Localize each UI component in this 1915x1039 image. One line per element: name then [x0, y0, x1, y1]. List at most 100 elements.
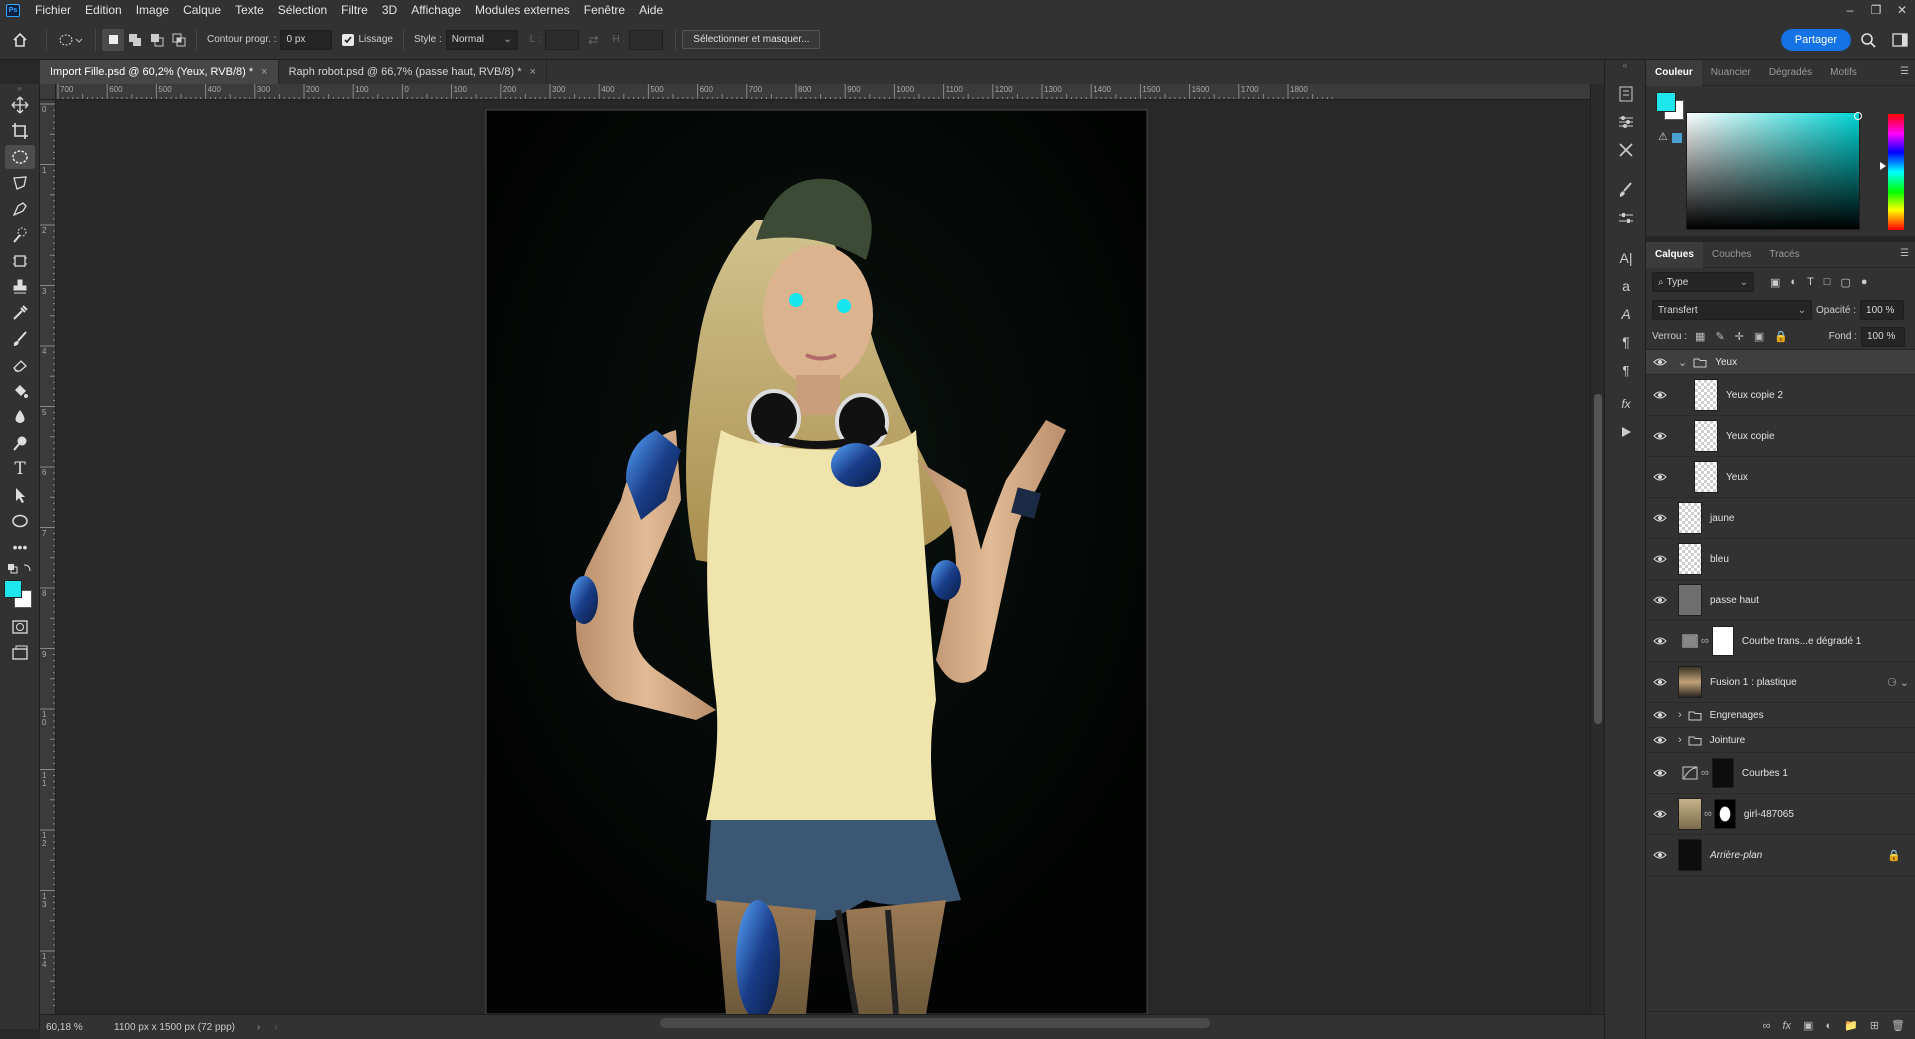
visibility-eye-icon[interactable]	[1646, 431, 1674, 441]
visibility-eye-icon[interactable]	[1646, 735, 1674, 745]
gamut-swatch[interactable]	[1672, 133, 1682, 143]
layer-row[interactable]: bleu	[1646, 539, 1915, 580]
visibility-eye-icon[interactable]	[1646, 554, 1674, 564]
visibility-eye-icon[interactable]	[1646, 850, 1674, 860]
layer-name[interactable]: girl-487065	[1744, 809, 1794, 820]
tools-presets-icon[interactable]	[1605, 136, 1647, 164]
visibility-eye-icon[interactable]	[1646, 595, 1674, 605]
lock-all-icon[interactable]: 🔒	[1774, 330, 1788, 343]
layer-row[interactable]: ⌄ Yeux	[1646, 350, 1915, 375]
height-input[interactable]	[629, 29, 664, 50]
screen-mode-icon[interactable]	[0, 640, 40, 666]
style-select[interactable]: Normal ⌄	[445, 29, 518, 50]
lasso-tool-icon[interactable]	[0, 170, 40, 196]
more-tools-icon[interactable]: •••	[0, 534, 40, 560]
search-icon[interactable]	[1851, 32, 1885, 48]
ellipse-marquee-preset-icon[interactable]	[53, 33, 89, 47]
eraser-tool-icon[interactable]	[0, 352, 40, 378]
menu-image[interactable]: Image	[129, 3, 176, 17]
scroll-thumb[interactable]	[1594, 394, 1602, 724]
share-button[interactable]: Partager	[1780, 28, 1851, 51]
styles-fx-icon[interactable]: fx	[1605, 390, 1647, 418]
filter-shape-icon[interactable]: □	[1824, 276, 1831, 289]
filter-pixel-icon[interactable]: ▣	[1770, 276, 1780, 289]
layer-row[interactable]: passe haut	[1646, 580, 1915, 621]
tab-couches[interactable]: Couches	[1703, 242, 1760, 268]
layer-row[interactable]: ∞ Courbes 1	[1646, 753, 1915, 794]
paint-bucket-tool-icon[interactable]	[0, 378, 40, 404]
adjustments-icon[interactable]	[1605, 108, 1647, 136]
visibility-eye-icon[interactable]	[1646, 677, 1674, 687]
tab-calques[interactable]: Calques	[1646, 241, 1703, 268]
lock-transparent-icon[interactable]: ▦	[1695, 330, 1705, 343]
layer-row[interactable]: Arrière-plan 🔒	[1646, 835, 1915, 876]
layer-mask-thumbnail[interactable]	[1711, 758, 1734, 788]
layer-row[interactable]: ∞ girl-487065	[1646, 794, 1915, 835]
close-tab-icon[interactable]: ×	[530, 66, 536, 78]
panel-menu-icon[interactable]: ☰	[1900, 66, 1909, 77]
filter-adjustment-icon[interactable]: ◐	[1790, 276, 1797, 289]
fill-input[interactable]: 100 %	[1861, 326, 1905, 347]
intersect-selection-icon[interactable]	[168, 29, 190, 51]
glyphs-icon[interactable]: a	[1605, 272, 1647, 300]
paragraph-styles-icon[interactable]: ¶	[1605, 356, 1647, 384]
layer-name[interactable]: Yeux	[1715, 357, 1737, 368]
subtract-selection-icon[interactable]	[146, 29, 168, 51]
tab-raph-robot[interactable]: Raph robot.psd @ 66,7% (passe haut, RVB/…	[279, 60, 547, 84]
layer-row[interactable]: › Engrenages	[1646, 703, 1915, 728]
color-field[interactable]	[1686, 112, 1860, 230]
layer-name[interactable]: Yeux copie	[1726, 431, 1775, 442]
ellipse-marquee-tool-icon[interactable]	[0, 144, 40, 170]
visibility-eye-icon[interactable]	[1646, 809, 1674, 819]
antialias-checkbox[interactable]	[342, 33, 355, 46]
menu-modules-externes[interactable]: Modules externes	[468, 3, 577, 17]
stamp-tool-icon[interactable]	[0, 274, 40, 300]
layer-mask-thumbnail[interactable]	[1713, 799, 1736, 829]
status-menu-icon[interactable]: ›	[257, 1022, 260, 1033]
workspace-icon[interactable]	[1885, 32, 1915, 47]
layer-name[interactable]: Yeux	[1726, 472, 1748, 483]
layer-name[interactable]: Yeux copie 2	[1726, 390, 1783, 401]
path-selection-tool-icon[interactable]	[0, 482, 40, 508]
hue-slider-handle[interactable]	[1880, 162, 1886, 170]
layer-name[interactable]: Courbe trans...e dégradé 1	[1742, 636, 1862, 647]
visibility-eye-icon[interactable]	[1646, 513, 1674, 523]
foreground-swatch[interactable]	[1656, 92, 1676, 112]
eyedropper-tool-icon[interactable]	[0, 300, 40, 326]
home-icon[interactable]	[0, 20, 40, 60]
canvas-area[interactable]	[56, 100, 1590, 1014]
menu-texte[interactable]: Texte	[228, 3, 271, 17]
visibility-eye-icon[interactable]	[1646, 390, 1674, 400]
layer-style-fx-icon[interactable]: fx	[1782, 1020, 1791, 1032]
menu-3d[interactable]: 3D	[375, 3, 404, 17]
tab-degrades[interactable]: Dégradés	[1760, 60, 1821, 86]
expand-chevron-icon[interactable]: ›	[1678, 709, 1682, 721]
swap-dimensions-icon[interactable]: ⇄	[579, 32, 609, 48]
visibility-eye-icon[interactable]	[1646, 357, 1674, 367]
layer-row[interactable]: ∞ Courbe trans...e dégradé 1	[1646, 621, 1915, 662]
character-styles-icon[interactable]: A	[1605, 300, 1647, 328]
layer-name[interactable]: Jointure	[1710, 735, 1746, 746]
menu-selection[interactable]: Sélection	[271, 3, 334, 17]
lock-artboard-icon[interactable]: ▣	[1754, 330, 1764, 343]
filter-smart-object-icon[interactable]: ▢	[1840, 276, 1850, 289]
delete-layer-icon[interactable]: 🗑	[1891, 1019, 1905, 1032]
tab-traces[interactable]: Tracés	[1760, 242, 1808, 268]
layer-name[interactable]: passe haut	[1710, 595, 1759, 606]
menu-calque[interactable]: Calque	[176, 3, 228, 17]
ellipse-shape-tool-icon[interactable]	[0, 508, 40, 534]
blend-mode-select[interactable]: Transfert ⌄	[1652, 300, 1812, 320]
tab-couleur[interactable]: Couleur	[1646, 59, 1702, 86]
quick-selection-tool-icon[interactable]	[0, 222, 40, 248]
select-and-mask-button[interactable]: Sélectionner et masquer...	[682, 30, 821, 49]
color-picker-marker[interactable]	[1854, 112, 1862, 120]
menu-fichier[interactable]: Fichier	[28, 3, 78, 17]
tab-import-fille[interactable]: Import Fille.psd @ 60,2% (Yeux, RVB/8) *…	[40, 60, 279, 84]
move-tool-icon[interactable]	[0, 92, 40, 118]
new-adjustment-icon[interactable]: ◐	[1825, 1020, 1832, 1032]
add-selection-icon[interactable]	[124, 29, 146, 51]
visibility-eye-icon[interactable]	[1646, 768, 1674, 778]
expand-chevron-icon[interactable]: ⌄	[1678, 356, 1687, 369]
layer-row[interactable]: jaune	[1646, 498, 1915, 539]
opacity-input[interactable]: 100 %	[1860, 300, 1905, 320]
